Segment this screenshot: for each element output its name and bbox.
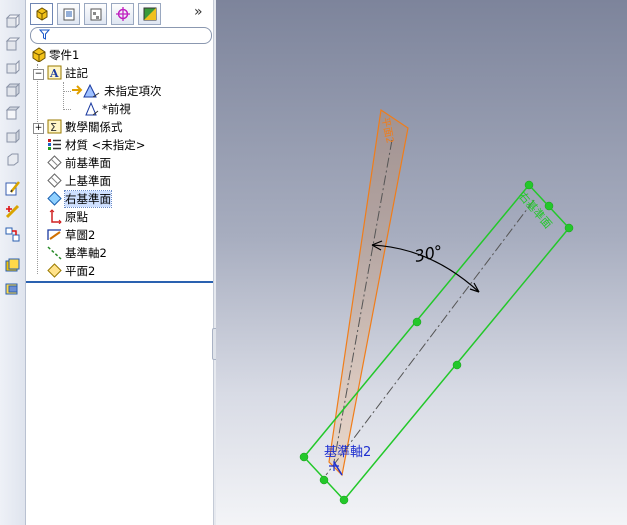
configuration-manager-tab[interactable] [84, 3, 107, 25]
tree-item-equations[interactable]: Σ 數學關係式 [46, 118, 123, 135]
top-view-icon[interactable] [3, 127, 22, 146]
standard-view-icon[interactable] [3, 12, 22, 31]
tree-item-annotations[interactable]: A 註記 [46, 64, 88, 81]
view-annotation-icon [83, 101, 99, 117]
smart-dimension-icon[interactable] [3, 202, 22, 221]
feature-manager-tab[interactable] [30, 3, 53, 25]
tree-item-unassigned-items[interactable]: 未指定項次 [71, 82, 162, 99]
tree-item-axis2[interactable]: 基準軸2 [46, 244, 107, 261]
front-view-icon[interactable] [3, 35, 22, 54]
tree-item-label: 原點 [65, 209, 88, 224]
tree-item-label: 上基準面 [65, 173, 111, 188]
tree-item-material[interactable]: 材質 <未指定> [46, 136, 145, 153]
back-view-icon[interactable] [3, 58, 22, 77]
equations-expander[interactable]: + [33, 123, 44, 134]
model-canvas[interactable]: 平面2 右基準面 30° 基準軸2 [216, 0, 627, 525]
tree-item-label: 零件1 [49, 47, 80, 62]
tree-item-label: 材質 <未指定> [65, 137, 146, 152]
feature-manager-tabs: » [26, 0, 213, 26]
tree-item-label: 前基準面 [65, 155, 111, 170]
axis2-label: 基準軸2 [324, 444, 371, 460]
dimxpert-tab[interactable] [111, 3, 134, 25]
tree-item-label: *前視 [102, 101, 131, 116]
angle-dimension-label: 30° [413, 241, 445, 265]
extrude-icon[interactable] [3, 256, 22, 275]
tree-item-origin[interactable]: 原點 [46, 208, 88, 225]
tree-item-sketch2[interactable]: 草圖2 [46, 226, 95, 243]
plane2-centerline [333, 139, 393, 463]
left-view-icon[interactable] [3, 81, 22, 100]
tree-item-label: 數學關係式 [65, 119, 123, 134]
tree-item-label: 未指定項次 [104, 83, 162, 98]
annotations-expander[interactable]: − [33, 69, 44, 80]
plane2-outline [328, 108, 409, 477]
tree-item-label: 右基準面 [64, 189, 112, 208]
graphics-viewport[interactable]: 平面2 右基準面 30° 基準軸2 [216, 0, 627, 525]
plane-icon [46, 155, 62, 171]
axis-icon [46, 245, 62, 261]
tree-item-label: 平面2 [65, 263, 96, 278]
tree-item-front-plane[interactable]: 前基準面 [46, 154, 111, 171]
tree-item-label: 草圖2 [65, 227, 96, 242]
feature-manager-panel: » 零件1 − A 註記 未指定項次 *前視 + Σ 數學關係式 材質 <未指定… [26, 0, 213, 525]
tree-item-right-plane[interactable]: 右基準面 [46, 189, 112, 208]
part-icon [30, 47, 46, 63]
tree-item-top-plane[interactable]: 上基準面 [46, 172, 111, 189]
tree-item-label: 基準軸2 [65, 245, 107, 260]
svg-text:A: A [49, 67, 59, 80]
svg-text:Σ: Σ [50, 121, 57, 134]
tree-bottom-rule [26, 281, 213, 283]
plane-icon [46, 263, 62, 279]
material-icon [46, 137, 62, 153]
sketch-icon [46, 227, 62, 243]
filter-input[interactable] [30, 27, 212, 44]
tree-item-label: 註記 [65, 65, 88, 80]
equations-icon: Σ [46, 119, 62, 135]
cut-extrude-icon[interactable] [3, 279, 22, 298]
left-toolbar [0, 0, 26, 525]
annotations-icon: A [46, 65, 62, 81]
bottom-view-icon[interactable] [3, 150, 22, 169]
property-manager-tab[interactable] [57, 3, 80, 25]
relation-icon[interactable] [3, 225, 22, 244]
right-view-icon[interactable] [3, 104, 22, 123]
filter-icon [38, 29, 51, 43]
unassigned-items-icon [71, 83, 101, 99]
plane-icon [46, 173, 62, 189]
tree-item-part[interactable]: 零件1 [30, 46, 79, 63]
more-tabs-arrow[interactable]: » [194, 4, 203, 20]
tree-item-front-view[interactable]: *前視 [83, 100, 131, 117]
sketch-icon[interactable] [3, 179, 22, 198]
plane-icon [46, 191, 62, 207]
tree-item-plane2[interactable]: 平面2 [46, 262, 95, 279]
origin-icon [46, 209, 62, 225]
display-manager-tab[interactable] [138, 3, 161, 25]
